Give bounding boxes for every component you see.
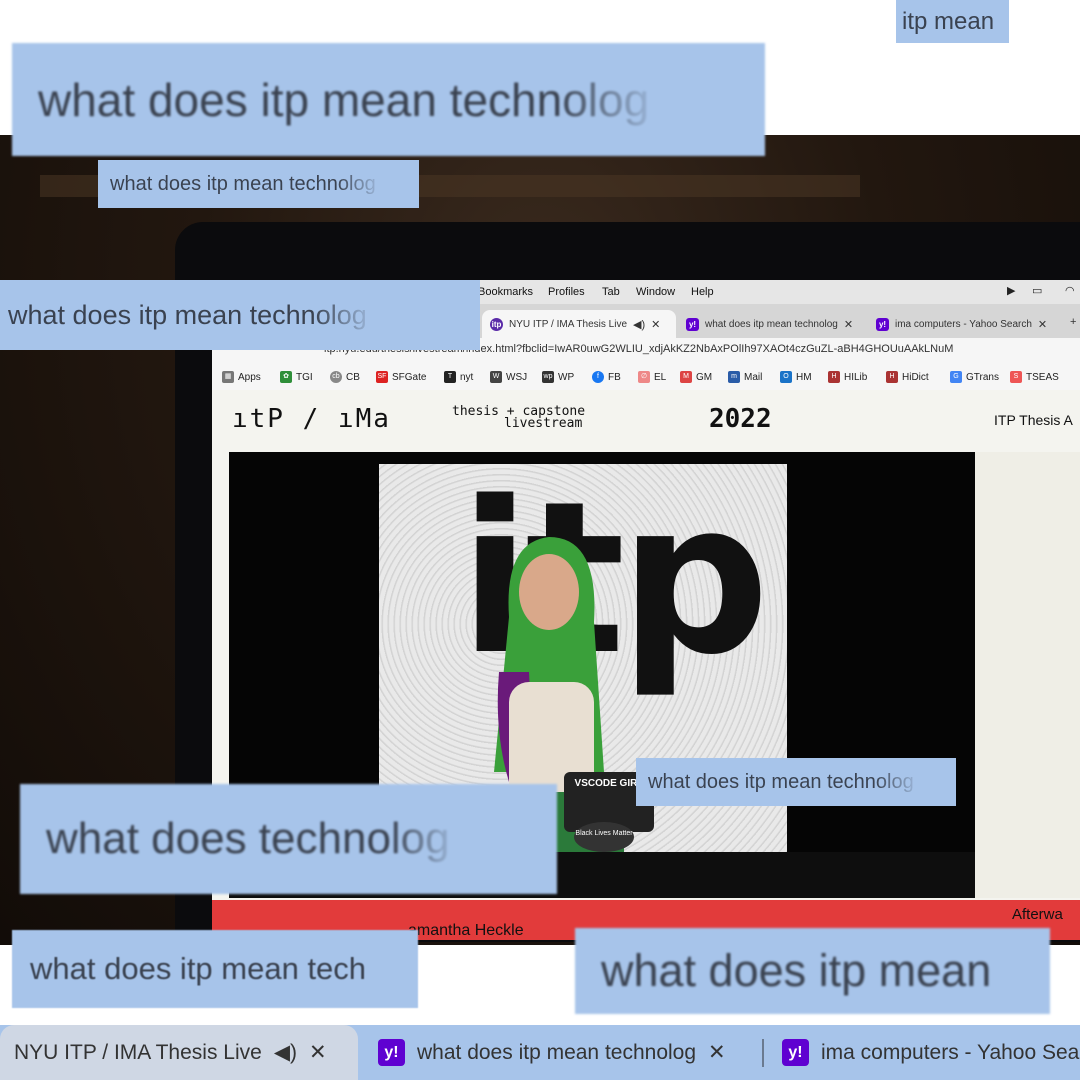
- search-strip: itp mean: [896, 0, 1009, 43]
- facebook-icon: f: [592, 371, 604, 383]
- itp-favicon-icon: itp: [490, 317, 503, 331]
- bookmark-el[interactable]: ∅ EL: [638, 371, 666, 383]
- bookmark-mail[interactable]: m Mail: [728, 371, 762, 383]
- outlook-icon: O: [780, 371, 792, 383]
- close-icon[interactable]: ✕: [1038, 318, 1047, 331]
- hidict-icon: H: [886, 371, 898, 383]
- site-year: 2022: [709, 404, 772, 434]
- tseas-icon: S: [1010, 371, 1022, 383]
- search-strip: what does itp mean: [575, 928, 1050, 1014]
- bookmark-cb[interactable]: cb CB: [330, 371, 360, 383]
- bottom-tab-yahoo-ima[interactable]: y! ima computers - Yahoo Sea: [782, 1025, 1080, 1080]
- bookmark-sfgate[interactable]: SF SFGate: [376, 371, 426, 383]
- bookmark-nyt[interactable]: Tnyt: [444, 371, 473, 383]
- bookmarks-bar: ▦ Apps ✿ TGI cb CB SF SFGate Tnyt W WSJ wp WP …: [212, 364, 1080, 391]
- bookmark-wp[interactable]: wp WP: [542, 371, 574, 383]
- new-tab-icon[interactable]: +: [1070, 316, 1076, 328]
- yahoo-favicon-icon: y!: [876, 317, 889, 331]
- page-header: ıtP / ıMa thesis + capstone livestream 2…: [212, 390, 1080, 450]
- nyt-icon: T: [444, 371, 456, 383]
- bookmark-tseas[interactable]: S TSEAS: [1010, 371, 1059, 383]
- search-strip: what does itp mean technolog: [0, 280, 480, 350]
- side-title: ITP Thesis A: [994, 412, 1073, 428]
- battery-icon[interactable]: ▭: [1032, 285, 1052, 297]
- bottom-tab-itp[interactable]: NYU ITP / IMA Thesis Live ◀) ✕: [0, 1025, 358, 1080]
- bookmark-fb[interactable]: f FB: [592, 371, 621, 383]
- menu-profiles[interactable]: Profiles: [548, 286, 585, 298]
- bookmark-gtrans[interactable]: G GTrans: [950, 371, 999, 383]
- yahoo-favicon-icon: y!: [782, 1039, 809, 1066]
- site-logo[interactable]: ıtP / ıMa: [232, 404, 391, 434]
- bookmark-hm[interactable]: O HM: [780, 371, 812, 383]
- mail-icon: m: [728, 371, 740, 383]
- menu-bookmarks[interactable]: Bookmarks: [478, 286, 533, 298]
- tab-title: what does itp mean technolog: [705, 318, 838, 330]
- tab-yahoo-ima[interactable]: y! ima computers - Yahoo Search ✕: [868, 310, 1064, 338]
- search-strip: what does technolog: [20, 784, 557, 894]
- bottom-tab-strip: NYU ITP / IMA Thesis Live ◀) ✕ y! what d…: [0, 1025, 1080, 1080]
- close-icon[interactable]: ✕: [708, 1040, 726, 1065]
- tab-yahoo-itp[interactable]: y! what does itp mean technolog ✕: [678, 310, 864, 338]
- tab-title: NYU ITP / IMA Thesis Live: [509, 318, 628, 330]
- tab-itp-livestream[interactable]: itp NYU ITP / IMA Thesis Live ◀) ✕: [482, 310, 676, 338]
- tab-title: ima computers - Yahoo Search: [895, 318, 1032, 330]
- close-icon[interactable]: ✕: [651, 318, 660, 331]
- sfgate-icon: SF: [376, 371, 388, 383]
- menu-window[interactable]: Window: [636, 286, 675, 298]
- hilib-icon: H: [828, 371, 840, 383]
- bookmark-tgi[interactable]: ✿ TGI: [280, 371, 313, 383]
- search-strip: what does itp mean technolog: [636, 758, 956, 806]
- search-strip: what does itp mean technolog: [98, 160, 419, 208]
- bookmark-hidict[interactable]: H HiDict: [886, 371, 929, 383]
- el-icon: ∅: [638, 371, 650, 383]
- gmail-icon: M: [680, 371, 692, 383]
- search-strip: what does itp mean tech: [12, 930, 418, 1008]
- search-strip: what does itp mean technolog: [12, 43, 765, 156]
- yahoo-favicon-icon: y!: [686, 317, 699, 331]
- cb-icon: cb: [330, 371, 342, 383]
- site-subtitle: thesis + capstone livestream: [452, 404, 586, 431]
- menu-tab[interactable]: Tab: [602, 286, 620, 298]
- google-translate-icon: G: [950, 371, 962, 383]
- close-icon[interactable]: ✕: [844, 318, 853, 331]
- tab-divider: [762, 1039, 764, 1067]
- mute-icon[interactable]: ◀): [274, 1040, 297, 1065]
- bottom-tab-yahoo-itp[interactable]: y! what does itp mean technolog ✕: [378, 1025, 758, 1080]
- bookmark-wsj[interactable]: W WSJ: [490, 371, 527, 383]
- wsj-icon: W: [490, 371, 502, 383]
- after-label: Afterwa: [1012, 906, 1063, 923]
- play-icon[interactable]: ▶: [1007, 285, 1019, 297]
- bookmark-gm[interactable]: M GM: [680, 371, 712, 383]
- yahoo-favicon-icon: y!: [378, 1039, 405, 1066]
- bookmark-hilib[interactable]: H HILib: [828, 371, 867, 383]
- side-panel: [975, 452, 1080, 898]
- tgi-icon: ✿: [280, 371, 292, 383]
- bookmark-apps[interactable]: ▦ Apps: [222, 371, 261, 383]
- wifi-icon[interactable]: ◠: [1065, 285, 1077, 297]
- wp-icon: wp: [542, 371, 554, 383]
- mute-icon[interactable]: ◀): [633, 318, 645, 331]
- presenter-name: amantha Heckle: [408, 922, 524, 939]
- close-icon[interactable]: ✕: [309, 1040, 327, 1065]
- menu-help[interactable]: Help: [691, 286, 714, 298]
- sticker-blm: Black Lives Matter: [574, 822, 634, 852]
- apps-grid-icon: ▦: [222, 371, 234, 383]
